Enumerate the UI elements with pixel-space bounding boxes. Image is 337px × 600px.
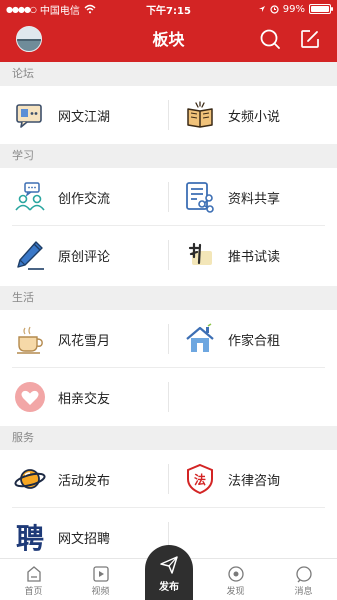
battery-percent: 99%: [282, 3, 305, 15]
board-label: 网文江湖: [58, 109, 111, 125]
tab-label: 消息: [294, 587, 313, 597]
row-life-1: 风花雪月 作家合租: [0, 310, 337, 368]
tab-publish[interactable]: 发布: [145, 545, 193, 600]
board-label: 网文招聘: [58, 531, 111, 547]
signal-icon: ●●●●○: [6, 4, 37, 14]
board-wangwen-jianghu[interactable]: 网文江湖: [0, 86, 168, 144]
board-tuishu-shidu[interactable]: 推书试读: [168, 226, 337, 284]
book-recommend-icon: [184, 239, 216, 271]
row-study-1: 创作交流 资料共享: [0, 168, 337, 226]
board-label: 女频小说: [228, 109, 281, 125]
row-service-1: 活动发布 法 法律咨询: [0, 450, 337, 508]
section-header-service: 服务: [0, 426, 337, 450]
recruit-icon: 聘: [14, 521, 46, 553]
chat-bubble-icon: [14, 99, 46, 131]
row-life-2: 相亲交友: [0, 368, 337, 426]
board-label: 法律咨询: [228, 473, 281, 489]
pen-icon: [14, 239, 46, 271]
board-label: 风花雪月: [58, 333, 111, 349]
tab-label: 首页: [24, 587, 43, 597]
share-document-icon: [184, 181, 216, 213]
battery-icon: [309, 4, 333, 14]
carrier-name: 中国电信: [39, 5, 80, 17]
alarm-icon: [270, 4, 279, 14]
edit-icon[interactable]: [299, 28, 321, 50]
discover-icon: [227, 566, 244, 582]
search-icon[interactable]: [259, 28, 281, 50]
board-zuojia-hezu[interactable]: 作家合租: [168, 310, 337, 368]
board-chuangzuo-jiaoliu[interactable]: 创作交流: [0, 168, 168, 226]
board-label: 原创评论: [58, 249, 111, 265]
tab-label: 视频: [91, 587, 110, 597]
row-study-2: 原创评论 推书试读: [0, 226, 337, 284]
tab-video[interactable]: 视频: [67, 559, 134, 600]
svg-text:聘: 聘: [16, 522, 44, 553]
tab-home[interactable]: 首页: [0, 559, 67, 600]
wifi-icon: [84, 4, 96, 14]
board-label: 资料共享: [228, 191, 281, 207]
board-label: 作家合租: [228, 333, 281, 349]
board-huodong-fabu[interactable]: 活动发布: [0, 450, 168, 508]
svg-text:法: 法: [194, 472, 206, 487]
message-icon: [295, 566, 312, 583]
paper-plane-icon: [160, 556, 178, 574]
law-shield-icon: 法: [184, 463, 216, 495]
coffee-cup-icon: [14, 323, 46, 355]
board-nvpin-xiaoshuo[interactable]: 女频小说: [168, 86, 337, 144]
planet-icon: [14, 463, 46, 495]
people-chat-icon: [14, 181, 46, 213]
status-bar: ●●●●○ 中国电信 下午7:15 99%: [0, 0, 337, 18]
section-header-study: 学习: [0, 144, 337, 168]
tab-label: 发布: [159, 582, 179, 593]
board-label: 推书试读: [228, 249, 281, 265]
board-label: 相亲交友: [58, 391, 111, 407]
tab-label: 发现: [226, 587, 245, 597]
board-fenghua-xueyue[interactable]: 风花雪月: [0, 310, 168, 368]
nav-bar: 板块: [0, 18, 337, 62]
house-icon: [184, 323, 216, 355]
row-forum-1: 网文江湖 女频小说: [0, 86, 337, 144]
board-yuanchuang-pinglun[interactable]: 原创评论: [0, 226, 168, 284]
location-icon: [258, 6, 265, 12]
section-header-forum: 论坛: [0, 62, 337, 86]
divider: [168, 382, 169, 412]
heart-icon: [14, 381, 46, 413]
board-falv-zixun[interactable]: 法 法律咨询: [168, 450, 337, 508]
board-label: 创作交流: [58, 191, 111, 207]
tab-messages[interactable]: 消息: [270, 559, 337, 600]
section-header-life: 生活: [0, 286, 337, 310]
open-book-icon: [184, 99, 216, 131]
home-icon: [26, 566, 41, 582]
board-label: 活动发布: [58, 473, 111, 489]
video-icon: [92, 566, 109, 582]
page-title: 板块: [152, 30, 185, 49]
tab-discover[interactable]: 发现: [202, 559, 269, 600]
board-xiangqin-jiaoyou[interactable]: 相亲交友: [0, 368, 168, 426]
board-ziliao-gongxiang[interactable]: 资料共享: [168, 168, 337, 226]
